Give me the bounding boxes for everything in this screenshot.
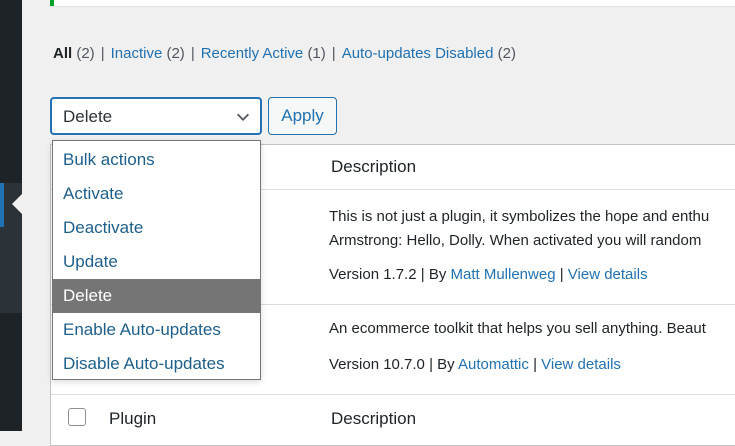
apply-button[interactable]: Apply <box>268 97 337 135</box>
sidebar-current-arrow-icon <box>12 194 22 214</box>
filter-auto-updates-disabled-count: (2) <box>497 45 516 62</box>
bulk-actions-select[interactable]: Delete <box>50 97 262 135</box>
select-all-checkbox[interactable] <box>68 408 86 426</box>
row1-description-line2: Armstrong: Hello, Dolly. When activated … <box>329 232 702 249</box>
filter-separator: | <box>331 45 336 62</box>
meta-separator: | <box>533 356 537 373</box>
filter-recently-active-link[interactable]: Recently Active (1) <box>201 45 326 62</box>
row2-view-details-link[interactable]: View details <box>541 356 621 373</box>
filter-inactive-link[interactable]: Inactive (2) <box>111 45 185 62</box>
option-update[interactable]: Update <box>53 245 260 279</box>
row2-description-line1: An ecommerce toolkit that helps you sell… <box>329 320 706 337</box>
option-activate[interactable]: Activate <box>53 177 260 211</box>
row2-by: By <box>437 356 455 373</box>
admin-sidebar <box>0 0 22 431</box>
meta-separator: | <box>420 266 425 283</box>
option-enable-auto-updates[interactable]: Enable Auto-updates <box>53 313 260 347</box>
row1-meta: Version 1.7.2 | By Matt Mullenweg | View… <box>329 266 648 283</box>
row1-view-details-link[interactable]: View details <box>568 266 648 283</box>
sidebar-active-indicator <box>0 183 4 227</box>
row1-version: Version 1.7.2 <box>329 266 417 283</box>
row1-description-line1: This is not just a plugin, it symbolizes… <box>329 208 710 225</box>
bulk-actions-dropdown-list: Bulk actions Activate Deactivate Update … <box>52 140 261 380</box>
row2-meta: Version 10.7.0 | By Automattic | View de… <box>329 356 621 373</box>
chevron-down-icon <box>236 113 250 121</box>
option-deactivate[interactable]: Deactivate <box>53 211 260 245</box>
success-notice <box>50 0 735 6</box>
row1-author-link[interactable]: Matt Mullenweg <box>451 266 556 283</box>
meta-separator: | <box>429 356 433 373</box>
option-bulk-actions[interactable]: Bulk actions <box>53 143 260 177</box>
column-header-description[interactable]: Description <box>331 157 416 177</box>
filter-auto-updates-disabled-link[interactable]: Auto-updates Disabled (2) <box>342 45 516 62</box>
bulk-actions-selected-value: Delete <box>63 107 113 126</box>
filter-separator: | <box>100 45 105 62</box>
filter-inactive-count: (2) <box>166 45 185 62</box>
row2-author-link[interactable]: Automattic <box>458 356 529 373</box>
row2-version: Version 10.7.0 <box>329 356 425 373</box>
column-footer-plugin[interactable]: Plugin <box>109 409 156 429</box>
plugin-status-filters: All (2) | Inactive (2) | Recently Active (1)… <box>53 44 516 64</box>
row1-by: By <box>428 266 447 283</box>
meta-separator: | <box>559 266 564 283</box>
filter-recently-active-count: (1) <box>307 45 326 62</box>
filter-separator: | <box>190 45 195 62</box>
filter-all-count: (2) <box>76 45 95 62</box>
option-delete[interactable]: Delete <box>53 279 260 313</box>
option-disable-auto-updates[interactable]: Disable Auto-updates <box>53 347 260 381</box>
column-footer-description[interactable]: Description <box>331 409 416 429</box>
filter-all-link[interactable]: All (2) <box>53 45 95 62</box>
footer-divider <box>51 394 735 395</box>
